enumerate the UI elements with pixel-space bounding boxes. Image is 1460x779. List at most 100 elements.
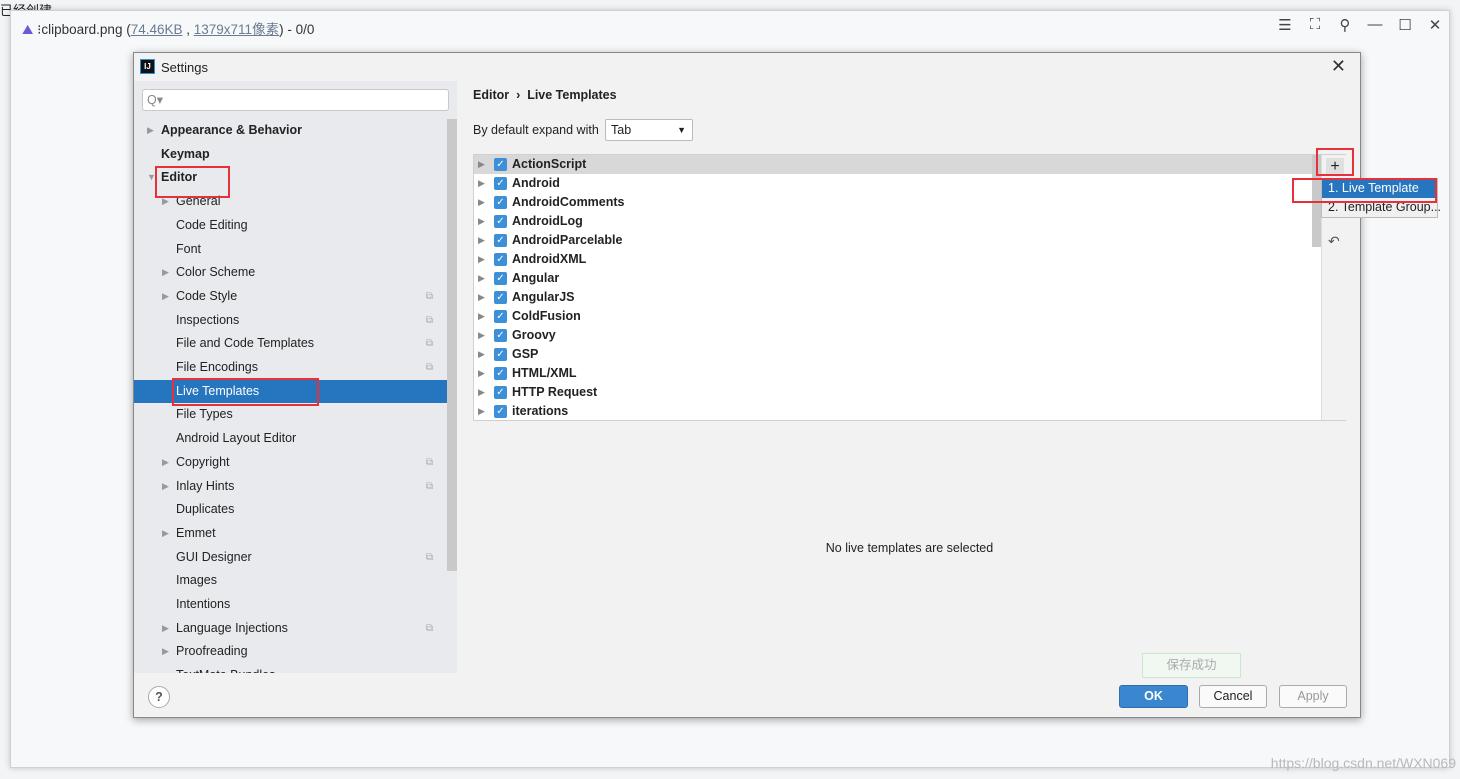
expand-arrow-icon[interactable]: ▶ bbox=[478, 155, 485, 174]
template-group-row[interactable]: ▶ ✓ ActionScript bbox=[474, 155, 1312, 174]
expand-arrow-icon[interactable]: ▶ bbox=[162, 617, 169, 640]
checkbox[interactable]: ✓ bbox=[494, 196, 507, 209]
menu-icon[interactable]: ☰ bbox=[1275, 16, 1295, 34]
checkbox[interactable]: ✓ bbox=[494, 367, 507, 380]
expand-label: By default expand with bbox=[473, 123, 599, 137]
expand-arrow-icon[interactable]: ▶ bbox=[478, 402, 485, 421]
sidebar-item[interactable]: ▶ Code Style ⧉ bbox=[134, 285, 447, 308]
expand-arrow-icon[interactable]: ▶ bbox=[478, 345, 485, 364]
checkbox[interactable]: ✓ bbox=[494, 215, 507, 228]
apply-button[interactable]: Apply bbox=[1279, 685, 1347, 708]
expand-arrow-icon[interactable]: ▶ bbox=[162, 475, 169, 498]
checkbox[interactable]: ✓ bbox=[494, 329, 507, 342]
expand-arrow-icon[interactable]: ▶ bbox=[162, 261, 169, 284]
sidebar-item[interactable]: File Encodings ⧉ bbox=[134, 356, 447, 379]
expand-arrow-icon[interactable]: ▶ bbox=[478, 250, 485, 269]
sidebar-scrollbar[interactable] bbox=[447, 119, 457, 571]
expand-arrow-icon[interactable]: ▶ bbox=[478, 288, 485, 307]
sidebar-item[interactable]: File Types bbox=[134, 403, 447, 426]
template-group-row[interactable]: ▶ ✓ Groovy bbox=[474, 326, 1312, 345]
template-group-row[interactable]: ▶ ✓ Angular bbox=[474, 269, 1312, 288]
sidebar-item-label: Code Editing bbox=[176, 217, 248, 232]
template-group-row[interactable]: ▶ ✓ AndroidParcelable bbox=[474, 231, 1312, 250]
expand-arrow-icon[interactable]: ▶ bbox=[147, 119, 154, 142]
sidebar-item[interactable]: Keymap bbox=[134, 143, 447, 166]
maximize-icon[interactable]: ☐ bbox=[1395, 16, 1415, 34]
sidebar-item[interactable]: ▶ Copyright ⧉ bbox=[134, 451, 447, 474]
sidebar-item[interactable]: Code Editing bbox=[134, 214, 447, 237]
expand-arrow-icon[interactable]: ▶ bbox=[162, 285, 169, 308]
template-group-row[interactable]: ▶ ✓ ColdFusion bbox=[474, 307, 1312, 326]
pin-icon[interactable]: ⚲ bbox=[1335, 16, 1355, 34]
template-group-row[interactable]: ▶ ✓ Android bbox=[474, 174, 1312, 193]
checkbox[interactable]: ✓ bbox=[494, 291, 507, 304]
expand-arrow-icon[interactable]: ▶ bbox=[478, 364, 485, 383]
close-icon[interactable]: ✕ bbox=[1331, 56, 1346, 77]
sidebar-item[interactable]: File and Code Templates ⧉ bbox=[134, 332, 447, 355]
template-group-row[interactable]: ▶ ✓ GSP bbox=[474, 345, 1312, 364]
sidebar-item[interactable]: Duplicates bbox=[134, 498, 447, 521]
template-group-row[interactable]: ▶ ✓ HTML/XML bbox=[474, 364, 1312, 383]
template-group-row[interactable]: ▶ ✓ AndroidLog bbox=[474, 212, 1312, 231]
template-group-row[interactable]: ▶ ✓ AngularJS bbox=[474, 288, 1312, 307]
expand-arrow-icon[interactable]: ▶ bbox=[478, 174, 485, 193]
undo-icon[interactable]: ↶ bbox=[1328, 233, 1340, 250]
checkbox[interactable]: ✓ bbox=[494, 348, 507, 361]
sidebar-item-label: Code Style bbox=[176, 288, 238, 303]
sidebar-item[interactable]: Font bbox=[134, 238, 447, 261]
sidebar-item[interactable]: ▶ Inlay Hints ⧉ bbox=[134, 475, 447, 498]
checkbox[interactable]: ✓ bbox=[494, 177, 507, 190]
sidebar-item[interactable]: ▶ Appearance & Behavior bbox=[134, 119, 447, 142]
template-group-name: GSP bbox=[512, 347, 539, 361]
expand-arrow-icon[interactable]: ▶ bbox=[478, 212, 485, 231]
template-group-name: Android bbox=[512, 176, 560, 190]
dims-link[interactable]: 1379x711像素 bbox=[194, 22, 279, 37]
checkbox[interactable]: ✓ bbox=[494, 234, 507, 247]
chevron-down-icon: ▼ bbox=[677, 125, 686, 135]
sidebar-item[interactable]: ▶ Color Scheme bbox=[134, 261, 447, 284]
expand-arrow-icon[interactable]: ▶ bbox=[478, 307, 485, 326]
expand-arrow-icon[interactable]: ▶ bbox=[478, 269, 485, 288]
template-group-row[interactable]: ▶ ✓ HTTP Request bbox=[474, 383, 1312, 402]
file-size-link[interactable]: 74.46KB bbox=[131, 22, 183, 37]
ok-button[interactable]: OK bbox=[1119, 685, 1188, 708]
checkbox[interactable]: ✓ bbox=[494, 253, 507, 266]
template-group-name: ActionScript bbox=[512, 157, 587, 171]
close-window-icon[interactable]: ✕ bbox=[1425, 16, 1445, 34]
template-group-row[interactable]: ▶ ✓ iterations bbox=[474, 402, 1312, 421]
minimize-icon[interactable]: — bbox=[1365, 16, 1385, 33]
sidebar-item-label: Appearance & Behavior bbox=[161, 123, 303, 137]
template-group-row[interactable]: ▶ ✓ AndroidComments bbox=[474, 193, 1312, 212]
search-input[interactable]: Q▾ bbox=[142, 89, 449, 111]
expand-arrow-icon[interactable]: ▶ bbox=[162, 451, 169, 474]
expand-arrow-icon[interactable]: ▶ bbox=[162, 522, 169, 545]
sidebar-item[interactable]: GUI Designer ⧉ bbox=[134, 546, 447, 569]
checkbox[interactable]: ✓ bbox=[494, 405, 507, 418]
help-button[interactable]: ? bbox=[148, 686, 170, 708]
project-scope-icon: ⧉ bbox=[425, 480, 433, 492]
sidebar-item[interactable]: Intentions bbox=[134, 593, 447, 616]
expand-arrow-icon[interactable]: ▶ bbox=[478, 326, 485, 345]
sidebar-item[interactable]: ▶ Language Injections ⧉ bbox=[134, 617, 447, 640]
expand-arrow-icon[interactable]: ▶ bbox=[162, 640, 169, 663]
project-scope-icon: ⧉ bbox=[425, 551, 433, 563]
checkbox[interactable]: ✓ bbox=[494, 158, 507, 171]
sidebar-item[interactable]: Inspections ⧉ bbox=[134, 309, 447, 332]
sidebar-item[interactable]: Android Layout Editor bbox=[134, 427, 447, 450]
expand-arrow-icon[interactable]: ▶ bbox=[478, 193, 485, 212]
sidebar-item[interactable]: TextMate Bundles bbox=[134, 664, 447, 673]
sidebar-item-label: Color Scheme bbox=[176, 265, 256, 280]
expand-select[interactable]: Tab ▼ bbox=[605, 119, 693, 141]
cancel-button[interactable]: Cancel bbox=[1199, 685, 1267, 708]
template-group-row[interactable]: ▶ ✓ AndroidXML bbox=[474, 250, 1312, 269]
expand-arrow-icon[interactable]: ▶ bbox=[478, 231, 485, 250]
checkbox[interactable]: ✓ bbox=[494, 310, 507, 323]
sidebar-item[interactable]: ▶ Proofreading bbox=[134, 640, 447, 663]
expand-arrow-icon[interactable]: ▶ bbox=[478, 383, 485, 402]
sidebar-item[interactable]: ▶ Emmet bbox=[134, 522, 447, 545]
sidebar-item[interactable]: Images bbox=[134, 569, 447, 592]
checkbox[interactable]: ✓ bbox=[494, 272, 507, 285]
fullscreen-icon[interactable]: ⛶ bbox=[1305, 16, 1325, 33]
checkbox[interactable]: ✓ bbox=[494, 386, 507, 399]
project-scope-icon: ⧉ bbox=[425, 456, 433, 468]
